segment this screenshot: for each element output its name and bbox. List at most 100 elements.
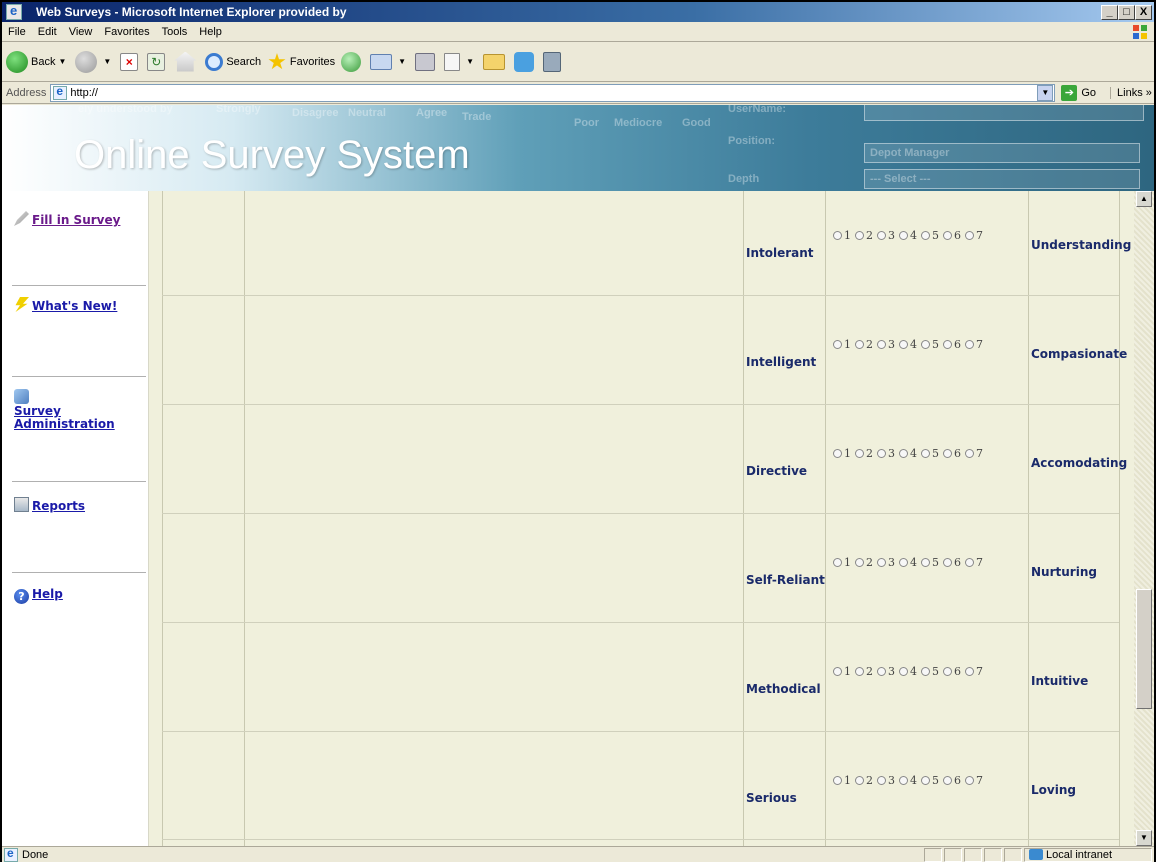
sidebar-item-survey-administration[interactable]: Survey Administration	[14, 389, 146, 431]
rating-option[interactable]: 2	[855, 556, 873, 569]
chevron-down-icon[interactable]: ▼	[466, 57, 474, 66]
search-button[interactable]: Search	[205, 52, 261, 71]
address-input[interactable]: http://	[50, 83, 1056, 102]
research-button[interactable]	[543, 51, 564, 72]
rating-option[interactable]: 3	[877, 774, 895, 787]
forward-button[interactable]: ▼	[75, 50, 114, 73]
radio-circle	[899, 449, 908, 458]
rating-option[interactable]: 7	[965, 665, 983, 678]
rating-option[interactable]: 4	[899, 556, 917, 569]
rating-option[interactable]: 6	[943, 338, 961, 351]
sidebar: Fill in Survey What's New! Survey Admini…	[2, 191, 149, 846]
history-button[interactable]	[341, 51, 364, 72]
rating-option[interactable]: 4	[899, 447, 917, 460]
rating-option[interactable]: 5	[921, 447, 939, 460]
stop-button[interactable]: ×	[120, 52, 141, 71]
rating-option[interactable]: 4	[899, 774, 917, 787]
go-button[interactable]: ➔ Go	[1061, 84, 1096, 101]
rating-option[interactable]: 7	[965, 774, 983, 787]
rating-option[interactable]: 7	[965, 447, 983, 460]
banner-ghost-text: Disagree	[292, 107, 339, 119]
rating-option[interactable]: 3	[877, 447, 895, 460]
rating-option[interactable]: 6	[943, 774, 961, 787]
rating-option[interactable]: 2	[855, 774, 873, 787]
rating-option[interactable]: 5	[921, 665, 939, 678]
rating-option[interactable]: 6	[943, 447, 961, 460]
menu-favorites[interactable]: Favorites	[98, 26, 155, 38]
address-dropdown-icon[interactable]: ▼	[1037, 84, 1054, 101]
menu-view[interactable]: View	[63, 26, 99, 38]
links-button[interactable]: Links »	[1110, 86, 1152, 99]
folder-button[interactable]	[483, 53, 508, 70]
rating-option[interactable]: 7	[965, 338, 983, 351]
rating-group: 1 2 3 4 5 6 7	[833, 774, 987, 787]
vertical-scrollbar[interactable]: ▲ ▼	[1134, 191, 1154, 846]
scroll-up-icon[interactable]: ▲	[1136, 191, 1152, 207]
rating-option[interactable]: 3	[877, 665, 895, 678]
rating-option[interactable]: 2	[855, 229, 873, 242]
windows-logo-icon	[1133, 25, 1147, 39]
nav-link[interactable]: Survey Administration	[14, 404, 115, 431]
print-button[interactable]	[415, 52, 438, 71]
rating-option[interactable]: 5	[921, 774, 939, 787]
rating-option[interactable]: 6	[943, 556, 961, 569]
rating-value: 6	[954, 774, 961, 787]
rating-option[interactable]: 4	[899, 665, 917, 678]
mail-button[interactable]: ▼	[370, 53, 409, 70]
scroll-thumb[interactable]	[1136, 589, 1152, 709]
nav-link[interactable]: Help	[32, 587, 63, 601]
radio-circle	[833, 449, 842, 458]
rating-option[interactable]: 1	[833, 556, 851, 569]
rating-option[interactable]: 1	[833, 229, 851, 242]
minimize-button[interactable]: _	[1101, 4, 1118, 20]
rating-option[interactable]: 6	[943, 229, 961, 242]
rating-option[interactable]: 5	[921, 556, 939, 569]
nav-link[interactable]: Fill in Survey	[32, 213, 120, 227]
edit-button[interactable]: ▼	[444, 52, 477, 71]
menu-edit[interactable]: Edit	[32, 26, 63, 38]
refresh-button[interactable]: ↻	[147, 52, 168, 71]
radio-circle	[855, 558, 864, 567]
rating-option[interactable]: 3	[877, 338, 895, 351]
menu-help[interactable]: Help	[193, 26, 228, 38]
rating-option[interactable]: 5	[921, 338, 939, 351]
rating-option[interactable]: 3	[877, 556, 895, 569]
messenger-button[interactable]	[514, 51, 537, 72]
sidebar-item-whats-new[interactable]: What's New!	[14, 297, 146, 313]
maximize-button[interactable]: □	[1118, 4, 1135, 20]
nav-link[interactable]: What's New!	[32, 299, 117, 313]
sidebar-item-reports[interactable]: Reports	[14, 497, 146, 513]
scroll-down-icon[interactable]: ▼	[1136, 830, 1152, 846]
chevron-down-icon[interactable]: ▼	[398, 57, 406, 66]
rating-option[interactable]: 4	[899, 338, 917, 351]
rating-option[interactable]: 1	[833, 665, 851, 678]
rating-option[interactable]: 1	[833, 338, 851, 351]
rating-value: 7	[976, 774, 983, 787]
favorites-button[interactable]: ★ Favorites	[267, 49, 335, 75]
rating-option[interactable]: 7	[965, 556, 983, 569]
rating-option[interactable]: 5	[921, 229, 939, 242]
rating-option[interactable]: 2	[855, 447, 873, 460]
back-button[interactable]: Back ▼	[6, 50, 69, 73]
menu-tools[interactable]: Tools	[156, 26, 194, 38]
rating-option[interactable]: 4	[899, 229, 917, 242]
rating-option[interactable]: 7	[965, 229, 983, 242]
chevron-down-icon[interactable]: ▼	[58, 57, 66, 66]
nav-link[interactable]: Reports	[32, 499, 85, 513]
menu-file[interactable]: File	[2, 26, 32, 38]
chevron-down-icon[interactable]: ▼	[103, 57, 111, 66]
home-button[interactable]	[174, 51, 199, 72]
rating-option[interactable]: 6	[943, 665, 961, 678]
rating-option[interactable]: 1	[833, 447, 851, 460]
site-banner: ely understood by Strongly Disagree Neut…	[2, 105, 1154, 191]
rating-option[interactable]: 2	[855, 338, 873, 351]
sidebar-item-fill-in-survey[interactable]: Fill in Survey	[14, 211, 146, 227]
rating-option[interactable]: 3	[877, 229, 895, 242]
rating-option[interactable]: 2	[855, 665, 873, 678]
rating-group: 1 2 3 4 5 6 7	[833, 556, 987, 569]
rating-option[interactable]: 1	[833, 774, 851, 787]
sidebar-item-help[interactable]: ? Help	[14, 587, 146, 604]
close-button[interactable]: X	[1135, 4, 1152, 20]
rating-value: 5	[932, 338, 939, 351]
rating-value: 3	[888, 774, 895, 787]
